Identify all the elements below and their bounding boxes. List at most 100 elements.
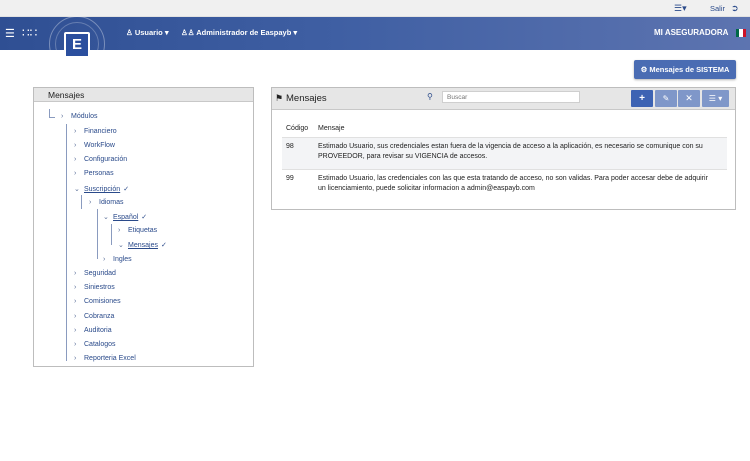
tree-item-auditoria[interactable]: › Auditoria	[74, 327, 112, 334]
chevron-right-icon: ›	[118, 227, 121, 234]
tree-panel-title: Mensajes	[34, 88, 253, 102]
tree-item-label: Catalogos	[84, 341, 116, 348]
tree-item-label: Financiero	[84, 128, 117, 135]
row-code: 98	[286, 143, 294, 150]
tree-item-ingles[interactable]: › Ingles	[103, 256, 132, 263]
search-icon: ⚲	[427, 92, 433, 101]
tree-item-etiquetas[interactable]: › Etiquetas	[118, 227, 157, 234]
user-menu-label: Usuario	[134, 28, 163, 37]
tree-item-espanol[interactable]: ⌄ Español ✓	[103, 213, 147, 221]
help-icon[interactable]: ☰▾	[674, 3, 687, 14]
chevron-down-icon: ⌄	[74, 186, 80, 193]
chevron-right-icon: ›	[74, 142, 77, 149]
plus-icon: +	[639, 93, 645, 104]
tree-connector	[81, 195, 82, 209]
gears-icon: ⚙	[640, 65, 648, 74]
tree-item-label: Español	[113, 214, 139, 221]
chevron-right-icon: ›	[74, 170, 77, 177]
mexico-flag-icon[interactable]	[736, 29, 746, 37]
company-name: MI ASEGURADORA	[654, 28, 729, 37]
admin-menu-label: Administrador de Easpayb	[196, 28, 292, 37]
tree-item-label: Personas	[84, 170, 114, 177]
app-logo[interactable]: E	[64, 32, 90, 58]
tree-item-personas[interactable]: › Personas	[74, 170, 114, 177]
top-strip: ☰▾ Salir ➲	[0, 0, 750, 17]
list-icon: ☰	[708, 94, 716, 103]
chevron-right-icon: ›	[74, 313, 77, 320]
admin-menu[interactable]: ♙♙ Administrador de Easpayb ▾	[181, 28, 297, 37]
tree-item-idiomas[interactable]: › Idiomas	[89, 199, 124, 206]
tree-item-label: Idiomas	[99, 199, 124, 206]
tree-item-label: Comisiones	[84, 298, 121, 305]
check-icon: ✓	[160, 242, 167, 249]
apps-grid-icon[interactable]: ∷∷	[22, 26, 37, 40]
tree-connector	[97, 209, 98, 259]
tree-item-label: Suscripción	[84, 186, 121, 193]
logout-icon[interactable]: ➲	[731, 3, 739, 14]
chevron-down-icon: ⌄	[118, 242, 124, 249]
tree-item-suscripcion[interactable]: ⌄ Suscripción ✓	[74, 185, 129, 193]
chevron-down-icon: ▾	[718, 94, 723, 103]
tree-item-workflow[interactable]: › WorkFlow	[74, 142, 115, 149]
close-icon: ✕	[685, 93, 693, 103]
tree-item-modulos[interactable]: › Módulos	[61, 113, 97, 120]
chevron-down-icon: ⌄	[103, 214, 109, 221]
navbar: ☰ ∷∷ E ♙ Usuario ▾ ♙♙ Administrador de E…	[0, 16, 750, 72]
chevron-down-icon: ▾	[293, 28, 298, 37]
tree-panel: Mensajes › Módulos › Financiero › WorkFlow …	[33, 87, 254, 367]
search-input[interactable]	[442, 91, 580, 103]
tree-item-siniestros[interactable]: › Siniestros	[74, 284, 115, 291]
tree-connector	[49, 109, 50, 117]
add-button[interactable]: +	[631, 90, 653, 107]
tree-connector	[49, 117, 55, 118]
chevron-right-icon: ›	[61, 113, 64, 120]
column-header-message: Mensaje	[318, 125, 345, 132]
tree-item-label: Ingles	[113, 256, 132, 263]
messages-panel: ⚑ Mensajes ⚲ + ✎ ✕ ☰ ▾ Código Mensaje 98…	[271, 87, 736, 210]
delete-button[interactable]: ✕	[678, 90, 700, 107]
chevron-down-icon: ▾	[164, 28, 169, 37]
options-menu-button[interactable]: ☰ ▾	[702, 90, 729, 107]
chevron-right-icon: ›	[74, 298, 77, 305]
edit-button[interactable]: ✎	[655, 90, 677, 107]
row-message-line2: PROVEEDOR, para revisar su VIGENCIA de a…	[318, 153, 488, 160]
row-message-line1: Estimado Usuario, las credenciales con l…	[318, 175, 708, 182]
column-header-code: Código	[286, 125, 309, 132]
flag-icon: ⚑	[275, 93, 284, 103]
tree-item-label: Auditoria	[84, 327, 112, 334]
hamburger-icon[interactable]: ☰	[5, 27, 15, 40]
check-icon: ✓	[123, 186, 130, 193]
tree-item-financiero[interactable]: › Financiero	[74, 128, 117, 135]
chevron-right-icon: ›	[74, 270, 77, 277]
tree-item-cobranza[interactable]: › Cobranza	[74, 313, 114, 320]
user-menu[interactable]: ♙ Usuario ▾	[126, 28, 169, 37]
chevron-right-icon: ›	[74, 284, 77, 291]
pencil-icon: ✎	[662, 94, 670, 103]
tree-connector	[66, 124, 67, 361]
tree-item-reporteria-excel[interactable]: › Reporteria Excel	[74, 355, 136, 362]
tree-item-label: Módulos	[71, 113, 98, 120]
tree-item-mensajes[interactable]: ⌄ Mensajes ✓	[118, 241, 167, 249]
system-messages-button[interactable]: ⚙ Mensajes de SISTEMA	[634, 60, 736, 79]
tree-item-label: Etiquetas	[128, 227, 158, 234]
chevron-right-icon: ›	[74, 128, 77, 135]
tree-item-comisiones[interactable]: › Comisiones	[74, 298, 121, 305]
system-messages-label: Mensajes de SISTEMA	[649, 65, 730, 74]
tree-item-label: Seguridad	[84, 270, 116, 277]
check-icon: ✓	[141, 214, 148, 221]
row-message-line2: un licenciamiento, puede solicitar infor…	[318, 185, 535, 192]
tree-item-seguridad[interactable]: › Seguridad	[74, 270, 116, 277]
chevron-right-icon: ›	[103, 256, 106, 263]
tree-item-label: Siniestros	[84, 284, 115, 291]
tree-item-configuracion[interactable]: › Configuración	[74, 156, 127, 163]
row-message-line1: Estimado Usuario, sus credenciales estan…	[318, 143, 703, 150]
row-code: 99	[286, 175, 294, 182]
chevron-right-icon: ›	[89, 199, 92, 206]
flag-stripe-red	[742, 29, 746, 37]
messages-panel-title: Mensajes	[286, 93, 327, 104]
tree-item-catalogos[interactable]: › Catalogos	[74, 341, 116, 348]
chevron-right-icon: ›	[74, 156, 77, 163]
chevron-right-icon: ›	[74, 355, 77, 362]
logout-link[interactable]: Salir	[710, 4, 725, 13]
messages-panel-header: ⚑ Mensajes ⚲ + ✎ ✕ ☰ ▾	[272, 88, 735, 110]
